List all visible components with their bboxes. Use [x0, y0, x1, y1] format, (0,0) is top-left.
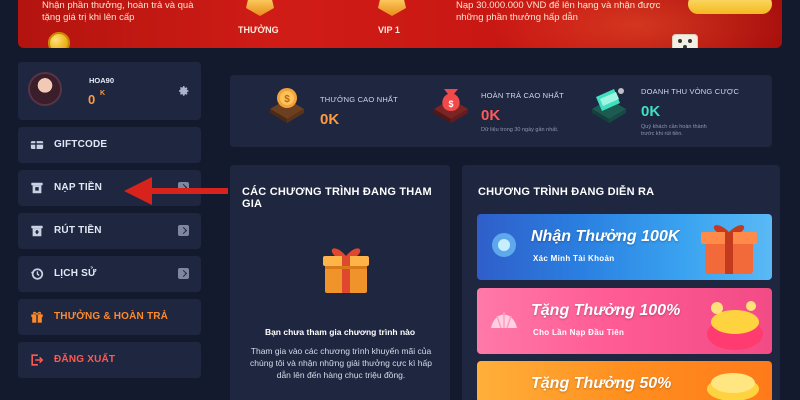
panel-title: CÁC CHƯƠNG TRÌNH ĐANG THAM GIA: [242, 186, 432, 210]
app-root: Nhận phần thưởng, hoàn trả và quà tặng g…: [0, 0, 800, 400]
flower-icon: [492, 233, 516, 257]
coin-stack-icon: [707, 373, 759, 400]
sidebar-item-logout[interactable]: ĐĂNG XUẤT: [18, 342, 201, 378]
promo-subtitle: Cho Lần Nạp Đầu Tiên: [533, 328, 625, 337]
sidebar-item-label: LỊCH SỬ: [54, 268, 97, 279]
panel-title: CHƯƠNG TRÌNH ĐANG DIỄN RA: [478, 186, 655, 198]
stat-note: Dữ liệu trong 30 ngày gần nhất.: [481, 127, 559, 133]
stat-label: THƯỞNG CAO NHẤT: [320, 95, 398, 104]
gift-box-icon: [701, 225, 757, 274]
avatar[interactable]: [30, 74, 60, 104]
vip-badge-icon: [378, 0, 406, 16]
stat-note: Quý khách cần hoàn thành trước khi rút t…: [641, 124, 707, 137]
gift-card-icon: [30, 141, 44, 149]
gift-box-icon: [323, 248, 369, 293]
sidebar-item-label: NẠP TIỀN: [54, 182, 103, 193]
banner-right-text: Nạp 30.000.000 VND để lên hạng và nhận đ…: [456, 0, 661, 23]
coin-reward-icon: $: [270, 88, 304, 123]
username: HOA90: [89, 76, 115, 85]
balance-value: 0: [88, 92, 96, 107]
promo-subtitle: Xác Minh Tài Khoản: [533, 254, 615, 263]
red-arrow-annotation: [124, 177, 228, 205]
sidebar-item-label: ĐĂNG XUẤT: [54, 354, 116, 365]
promo-card-bonus-50[interactable]: Tặng Thưởng 50%: [477, 361, 772, 400]
banner-label-reward: THƯỞNG: [238, 25, 279, 35]
sidebar-item-label: RÚT TIỀN: [54, 225, 102, 236]
vip-promo-banner[interactable]: Nhận phần thưởng, hoàn trả và quà tặng g…: [18, 0, 782, 48]
stats-card: $ THƯỞNG CAO NHẤT 0K $ HOÀN TRẢ CAO NHẤT…: [230, 75, 772, 147]
stat-label: HOÀN TRẢ CAO NHẤT: [481, 91, 564, 100]
coin-jar-icon: [707, 301, 763, 350]
cash-stack-icon: [592, 88, 626, 123]
banner-label-vip: VIP 1: [378, 25, 400, 35]
promo-title: Tặng Thưởng 50%: [531, 375, 672, 392]
chevron-right-icon: [178, 268, 189, 279]
money-bag-icon: $: [434, 89, 468, 123]
sidebar-item-history[interactable]: LỊCH SỬ: [18, 256, 201, 292]
promo-title: Tặng Thưởng 100%: [531, 302, 681, 319]
empty-state-title: Bạn chưa tham gia chương trình nào: [264, 327, 416, 337]
logout-icon: [31, 354, 44, 366]
reward-gift-icon: [31, 311, 43, 323]
sidebar-item-withdraw[interactable]: RÚT TIỀN: [18, 213, 201, 249]
promo-card-first-deposit[interactable]: Tặng Thưởng 100% Cho Lần Nạp Đầu Tiên: [477, 288, 772, 354]
sidebar-item-label: THƯỞNG & HOÀN TRẢ: [54, 311, 169, 322]
gear-icon[interactable]: [178, 85, 190, 97]
chevron-right-icon: [178, 225, 189, 236]
withdraw-icon: [31, 225, 43, 237]
stat-label: DOANH THU VÒNG CƯỢC: [641, 87, 740, 96]
balance-unit: K: [100, 90, 106, 97]
shell-icon: [491, 312, 517, 329]
reward-trophy-icon: [246, 0, 274, 16]
sidebar-item-rewards[interactable]: THƯỞNG & HOÀN TRẢ: [18, 299, 201, 335]
banner-cta-button[interactable]: [688, 0, 772, 14]
empty-state-description: Tham gia vào các chương trình khuyến mãi…: [250, 346, 432, 380]
dice-icon: [672, 34, 698, 48]
svg-text:$: $: [284, 94, 290, 105]
coin-icon: [48, 32, 70, 48]
svg-text:$: $: [448, 99, 453, 109]
stat-value: 0K: [641, 103, 661, 120]
profile-card: HOA90 0 K: [18, 62, 201, 120]
ongoing-programs-panel: CHƯƠNG TRÌNH ĐANG DIỄN RA Nhận Thưởng 10…: [462, 165, 780, 400]
joined-programs-panel: CÁC CHƯƠNG TRÌNH ĐANG THAM GIA Bạn chưa …: [230, 165, 450, 400]
sidebar-item-giftcode[interactable]: GIFTCODE: [18, 127, 201, 163]
sidebar-item-label: GIFTCODE: [54, 139, 108, 150]
stat-value: 0K: [481, 107, 501, 124]
promo-title: Nhận Thưởng 100K: [531, 228, 680, 245]
deposit-icon: [31, 182, 43, 194]
stat-value: 0K: [320, 111, 340, 128]
history-icon: [30, 268, 44, 280]
banner-left-text: Nhận phần thưởng, hoàn trả và quà tặng g…: [42, 0, 194, 23]
promo-card-verify[interactable]: Nhận Thưởng 100K Xác Minh Tài Khoản: [477, 214, 772, 280]
